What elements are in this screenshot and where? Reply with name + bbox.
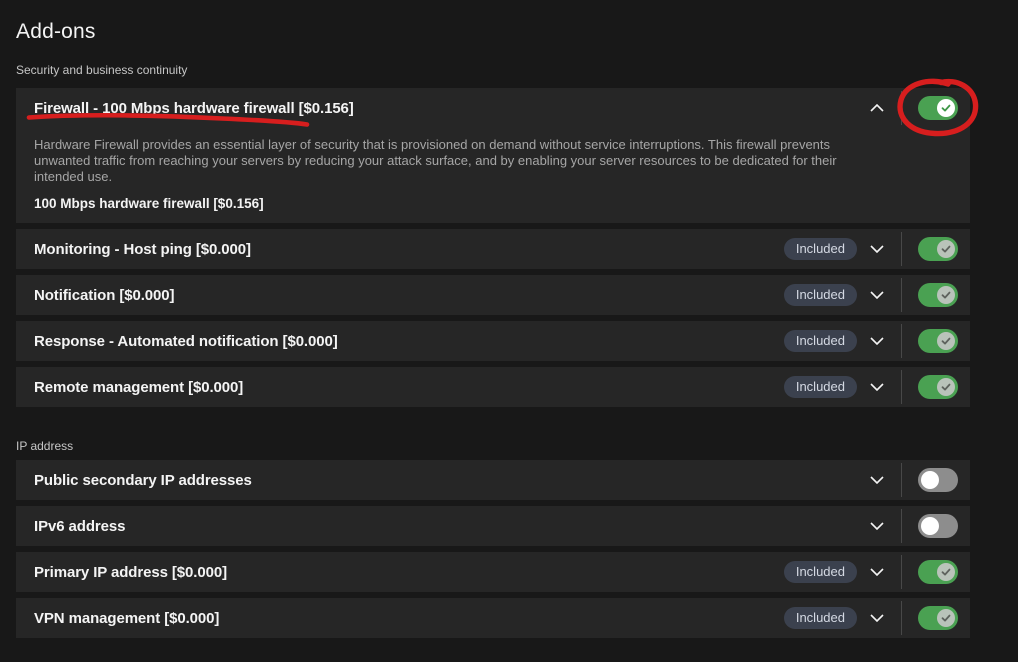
addon-title: Notification [$0.000] [34, 287, 174, 304]
addon-row-firewall[interactable]: Firewall - 100 Mbps hardware firewall [$… [34, 88, 958, 128]
addon-toggle-ipv6[interactable] [918, 514, 958, 538]
addon-toggle-monitoring[interactable] [918, 237, 958, 261]
addon-row-primary-ip[interactable]: Primary IP address [$0.000] Included [16, 552, 970, 592]
chevron-down-icon[interactable] [869, 383, 885, 391]
addon-title: Primary IP address [$0.000] [34, 564, 227, 581]
addon-title: IPv6 address [34, 518, 125, 535]
addon-toggle-vpn-management[interactable] [918, 606, 958, 630]
addon-selected-option: 100 Mbps hardware firewall [$0.156] [34, 195, 958, 212]
divider [901, 91, 902, 125]
toggle-check-icon [937, 609, 955, 627]
divider [901, 555, 902, 589]
included-badge: Included [784, 607, 857, 629]
toggle-check-icon [937, 99, 955, 117]
addon-description: Hardware Firewall provides an essential … [34, 137, 858, 185]
addon-toggle-firewall[interactable] [918, 96, 958, 120]
addon-row-vpn-management[interactable]: VPN management [$0.000] Included [16, 598, 970, 638]
addon-toggle-primary-ip[interactable] [918, 560, 958, 584]
toggle-check-icon [937, 240, 955, 258]
section-label-ip-address: IP address [16, 439, 970, 453]
divider [901, 463, 902, 497]
addon-row-public-secondary-ip[interactable]: Public secondary IP addresses [16, 460, 970, 500]
section-label-security: Security and business continuity [16, 63, 970, 77]
toggle-check-icon [937, 563, 955, 581]
addon-row-remote-management[interactable]: Remote management [$0.000] Included [16, 367, 970, 407]
addon-toggle-remote-management[interactable] [918, 375, 958, 399]
addon-row-ipv6[interactable]: IPv6 address [16, 506, 970, 546]
chevron-up-icon[interactable] [869, 104, 885, 112]
included-badge: Included [784, 330, 857, 352]
addon-title: Monitoring - Host ping [$0.000] [34, 241, 251, 258]
included-badge: Included [784, 376, 857, 398]
addon-card-firewall: Firewall - 100 Mbps hardware firewall [$… [16, 88, 970, 223]
chevron-down-icon[interactable] [869, 522, 885, 530]
chevron-down-icon[interactable] [869, 291, 885, 299]
addon-title: Remote management [$0.000] [34, 379, 243, 396]
toggle-check-icon [937, 332, 955, 350]
addon-title: Firewall - 100 Mbps hardware firewall [$… [34, 100, 354, 117]
addon-toggle-response[interactable] [918, 329, 958, 353]
addons-panel: Add-ons Security and business continuity… [16, 20, 970, 638]
chevron-down-icon[interactable] [869, 614, 885, 622]
included-badge: Included [784, 284, 857, 306]
included-badge: Included [784, 561, 857, 583]
divider [901, 370, 902, 404]
addon-title: VPN management [$0.000] [34, 610, 219, 627]
divider [901, 278, 902, 312]
divider [901, 509, 902, 543]
toggle-check-icon [937, 286, 955, 304]
toggle-check-icon [937, 378, 955, 396]
divider [901, 324, 902, 358]
divider [901, 601, 902, 635]
chevron-down-icon[interactable] [869, 245, 885, 253]
page-title: Add-ons [16, 20, 970, 44]
toggle-knob [921, 517, 939, 535]
divider [901, 232, 902, 266]
addon-title: Response - Automated notification [$0.00… [34, 333, 338, 350]
addon-row-monitoring[interactable]: Monitoring - Host ping [$0.000] Included [16, 229, 970, 269]
addon-title: Public secondary IP addresses [34, 472, 252, 489]
chevron-down-icon[interactable] [869, 568, 885, 576]
included-badge: Included [784, 238, 857, 260]
addon-toggle-public-secondary-ip[interactable] [918, 468, 958, 492]
addon-row-notification[interactable]: Notification [$0.000] Included [16, 275, 970, 315]
chevron-down-icon[interactable] [869, 476, 885, 484]
chevron-down-icon[interactable] [869, 337, 885, 345]
addon-row-response[interactable]: Response - Automated notification [$0.00… [16, 321, 970, 361]
addon-toggle-notification[interactable] [918, 283, 958, 307]
toggle-knob [921, 471, 939, 489]
